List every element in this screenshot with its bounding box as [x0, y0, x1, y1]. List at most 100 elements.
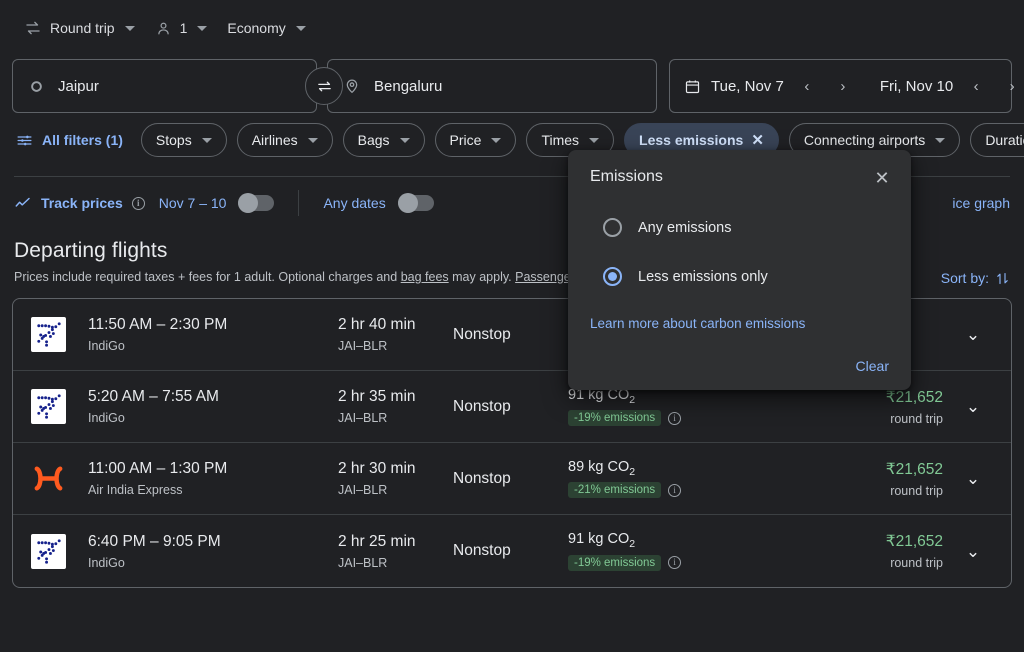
airline-name: Air India Express [88, 483, 183, 497]
depart-next-day-button[interactable]: › [830, 73, 856, 99]
filter-sliders-icon [16, 132, 33, 149]
flight-times-column: 11:50 AM – 2:30 PM IndiGo [88, 316, 338, 353]
flight-price-note: round trip [890, 411, 943, 426]
return-prev-day-button[interactable]: ‹ [963, 73, 989, 99]
origin-circle-icon [29, 79, 44, 94]
expand-flight-button[interactable]: ⌄ [951, 543, 995, 560]
date-range-picker: Tue, Nov 7 ‹ › Fri, Nov 10 ‹ › [669, 59, 1015, 113]
radio-label: Any emissions [638, 219, 732, 236]
info-icon[interactable]: i [668, 411, 682, 425]
flight-route: JAI–BLR [338, 339, 388, 353]
flight-duration: 2 hr 25 min [338, 532, 416, 550]
chevron-down-icon [295, 25, 306, 31]
trip-type-label: Round trip [50, 20, 115, 36]
radio-option-less-emissions-only[interactable]: Less emissions only [603, 267, 889, 286]
bag-fees-link[interactable]: bag fees [401, 270, 449, 284]
emissions-amount: 91 kg CO [568, 531, 630, 548]
flight-stops-column: Nonstop [453, 326, 568, 344]
origin-value: Jaipur [58, 77, 99, 95]
track-date-range-label: Nov 7 – 10 [158, 195, 227, 211]
sort-by-button[interactable]: Sort by: [941, 270, 1010, 286]
track-prices-group[interactable]: Track prices i [14, 194, 145, 212]
filter-chip-price[interactable]: Price [434, 123, 517, 157]
track-date-range-toggle[interactable] [238, 193, 275, 213]
flight-times: 6:40 PM – 9:05 PM [88, 532, 221, 550]
depart-date-group: Tue, Nov 7 ‹ › [684, 73, 856, 99]
any-dates-toggle[interactable] [397, 193, 434, 213]
destination-input[interactable]: Bengaluru [327, 59, 657, 113]
info-icon[interactable]: i [131, 196, 145, 210]
filter-chip-duration[interactable]: Duration [970, 123, 1024, 157]
airline-name: IndiGo [88, 339, 125, 353]
flight-emissions-column: 91 kg CO2 -19% emissions i [568, 387, 758, 427]
chip-label: Airlines [251, 132, 298, 148]
expand-flight-button[interactable]: ⌄ [951, 398, 995, 415]
clear-button[interactable]: Clear [856, 358, 889, 374]
flight-price-column: ₹21,652 round trip [758, 460, 951, 498]
close-icon[interactable]: ✕ [869, 165, 895, 191]
dialog-title: Emissions [590, 168, 663, 185]
chip-label: Price [449, 132, 482, 148]
depart-date-value[interactable]: Tue, Nov 7 [711, 78, 784, 95]
radio-option-any-emissions[interactable]: Any emissions [603, 218, 889, 237]
airline-name: IndiGo [88, 555, 125, 570]
expand-flight-button[interactable]: ⌄ [951, 470, 995, 487]
flight-price-note: round trip [890, 483, 943, 498]
chevron-down-icon [935, 137, 946, 143]
trip-type-selector[interactable]: Round trip [14, 10, 145, 46]
origin-input[interactable]: Jaipur [12, 59, 317, 113]
trend-line-icon [14, 194, 32, 212]
flight-duration: 2 hr 40 min [338, 316, 416, 333]
return-next-day-button[interactable]: › [999, 73, 1024, 99]
price-graph-button[interactable]: ice graph [952, 195, 1010, 211]
calendar-icon [684, 78, 701, 95]
radio-button[interactable] [603, 267, 622, 286]
swap-icon [316, 78, 333, 95]
flight-price: ₹21,652 [885, 388, 943, 406]
chip-label: Bags [357, 132, 390, 148]
flight-stops: Nonstop [453, 542, 511, 559]
flight-duration-column: 2 hr 25 min JAI–BLR [338, 533, 453, 570]
table-row[interactable]: 11:00 AM – 1:30 PM Air India Express 2 h… [13, 443, 1011, 515]
emissions-value: 91 kg CO2 [568, 531, 758, 550]
flight-times: 11:00 AM – 1:30 PM [88, 460, 228, 477]
flight-times-column: 5:20 AM – 7:55 AM IndiGo [88, 388, 338, 425]
disclaimer-part-1: Prices include required taxes + fees for… [14, 270, 401, 284]
all-filters-label: All filters (1) [42, 132, 123, 148]
radio-button[interactable] [603, 218, 622, 237]
indigo-logo-icon [31, 389, 66, 424]
close-icon[interactable]: ✕ [751, 133, 764, 148]
emissions-dialog: Emissions ✕ Any emissions Less emissions… [568, 150, 911, 390]
any-dates-label: Any dates [323, 195, 386, 211]
status-badge: -19% emissions [568, 410, 662, 427]
chevron-down-icon: ⌄ [965, 469, 981, 488]
status-badge: -19% emissions [568, 554, 662, 571]
chevron-down-icon [589, 137, 600, 143]
flight-stops-column: Nonstop [453, 542, 568, 560]
flight-duration-column: 2 hr 30 min JAI–BLR [338, 460, 453, 497]
all-filters-button[interactable]: All filters (1) [12, 132, 131, 149]
emissions-amount: 89 kg CO [568, 458, 630, 475]
disclaimer-part-2: may apply. [448, 270, 516, 284]
filter-chip-bags[interactable]: Bags [342, 123, 425, 157]
flight-stops: Nonstop [453, 397, 511, 415]
table-row[interactable]: 6:40 PM – 9:05 PM IndiGo 2 hr 25 min JAI… [13, 515, 1011, 587]
emissions-subscript: 2 [629, 465, 636, 478]
cabin-class-label: Economy [227, 20, 286, 36]
chevron-down-icon [124, 25, 135, 31]
filter-chip-stops[interactable]: Stops [140, 123, 227, 157]
depart-prev-day-button[interactable]: ‹ [794, 73, 820, 99]
emissions-badge-row: -21% emissions i [568, 482, 758, 499]
info-icon[interactable]: i [668, 483, 682, 497]
expand-flight-button[interactable]: ⌄ [951, 326, 995, 343]
cabin-class-selector[interactable]: Economy [217, 10, 315, 46]
return-date-value[interactable]: Fri, Nov 10 [880, 78, 953, 95]
swap-locations-button[interactable] [305, 67, 343, 105]
filter-chip-airlines[interactable]: Airlines [236, 123, 333, 157]
where-group: Jaipur Bengaluru [12, 59, 657, 113]
flight-emissions-column: 91 kg CO2 -19% emissions i [568, 531, 758, 571]
indigo-logo-icon [31, 533, 66, 569]
info-icon[interactable]: i [668, 556, 682, 570]
learn-more-link[interactable]: Learn more about carbon emissions [590, 316, 805, 331]
passengers-selector[interactable]: 1 [145, 10, 218, 46]
